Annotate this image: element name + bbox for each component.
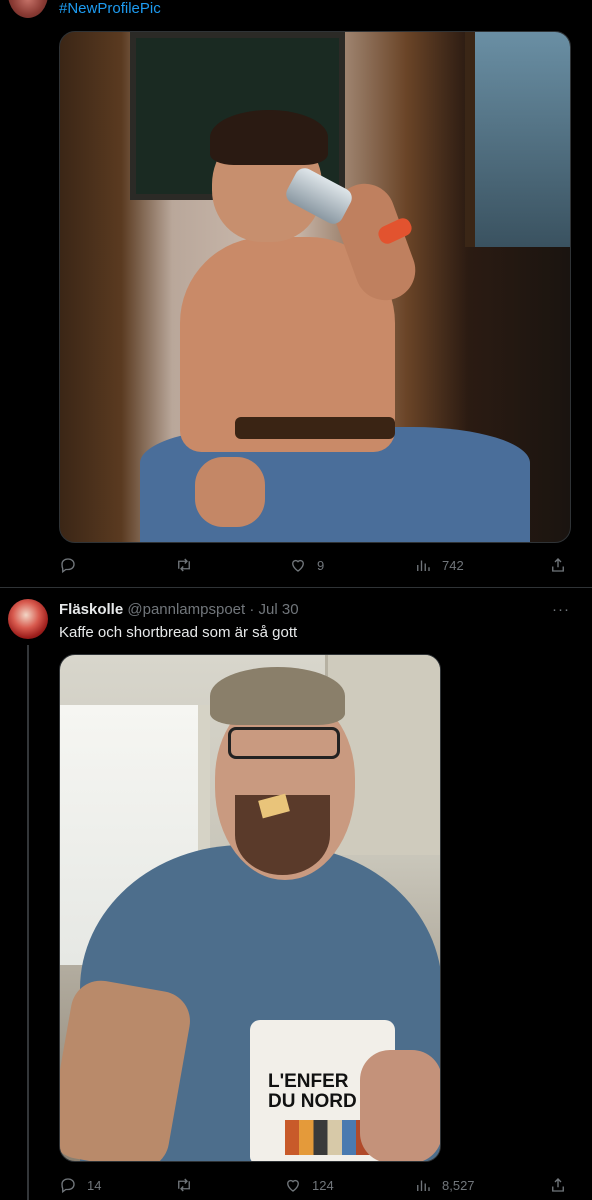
photo-detail-belt xyxy=(235,417,395,439)
heart-icon xyxy=(287,1179,299,1192)
reply-button[interactable] xyxy=(59,556,87,574)
more-icon[interactable]: ··· xyxy=(552,601,570,618)
retweet-button[interactable] xyxy=(175,1176,203,1194)
tweet[interactable]: #NewProfilePic 9 742 xyxy=(0,0,592,588)
reply-button[interactable]: 14 xyxy=(59,1176,101,1194)
share-icon xyxy=(552,558,564,572)
tweet-timestamp[interactable]: Jul 30 xyxy=(259,601,299,618)
timeline-feed: #NewProfilePic 9 742 Fläskolle @pannlamp… xyxy=(0,0,592,1200)
retweet-icon xyxy=(178,1178,190,1192)
avatar[interactable] xyxy=(8,599,48,639)
tweet[interactable]: Fläskolle @pannlampspoet · Jul 30 ··· Ka… xyxy=(0,589,592,1200)
mug-text-line1: L'ENFER xyxy=(268,1071,349,1092)
header-separator: · xyxy=(249,601,255,618)
tweet-actions: 14 124 8,527 xyxy=(59,1175,571,1195)
views-button[interactable]: 8,527 xyxy=(414,1176,475,1194)
like-button[interactable]: 124 xyxy=(284,1176,334,1194)
photo-detail-window xyxy=(465,32,570,247)
share-button[interactable] xyxy=(549,556,567,574)
photo-detail-hand xyxy=(360,1050,440,1161)
like-button[interactable]: 9 xyxy=(289,556,324,574)
avatar[interactable] xyxy=(8,0,48,18)
thread-line xyxy=(27,645,29,1200)
photo-detail-hair xyxy=(210,110,328,165)
like-count: 9 xyxy=(317,557,325,573)
reply-icon xyxy=(61,558,75,574)
display-name[interactable]: Fläskolle xyxy=(59,601,123,618)
heart-icon xyxy=(292,559,304,572)
views-count: 742 xyxy=(442,557,464,573)
tweet-photo[interactable]: L'ENFER DU NORD xyxy=(59,654,441,1162)
photo-detail-cap xyxy=(210,667,345,725)
views-button[interactable]: 742 xyxy=(414,556,464,574)
views-icon xyxy=(417,1180,430,1191)
hashtag-link[interactable]: #NewProfilePic xyxy=(59,0,161,18)
photo-detail-glasses xyxy=(228,727,340,759)
retweet-button[interactable] xyxy=(175,556,203,574)
reply-icon xyxy=(61,1178,75,1194)
views-count: 8,527 xyxy=(442,1177,475,1193)
mug-text-line2: DU NORD xyxy=(268,1091,357,1112)
photo-detail-hand xyxy=(195,457,265,527)
tweet-header: Fläskolle @pannlampspoet · Jul 30 xyxy=(59,600,299,620)
share-button[interactable] xyxy=(549,1176,567,1194)
like-count: 124 xyxy=(312,1177,334,1193)
tweet-actions: 9 742 xyxy=(59,555,571,575)
views-icon xyxy=(417,560,430,571)
user-handle[interactable]: @pannlampspoet xyxy=(127,601,245,618)
reply-count: 14 xyxy=(87,1177,102,1193)
tweet-photo[interactable] xyxy=(59,31,571,543)
share-icon xyxy=(552,1178,564,1192)
tweet-text: Kaffe och shortbread som är så gott xyxy=(59,624,298,641)
retweet-icon xyxy=(178,558,190,572)
mug-print: L'ENFER DU NORD xyxy=(268,1072,357,1112)
